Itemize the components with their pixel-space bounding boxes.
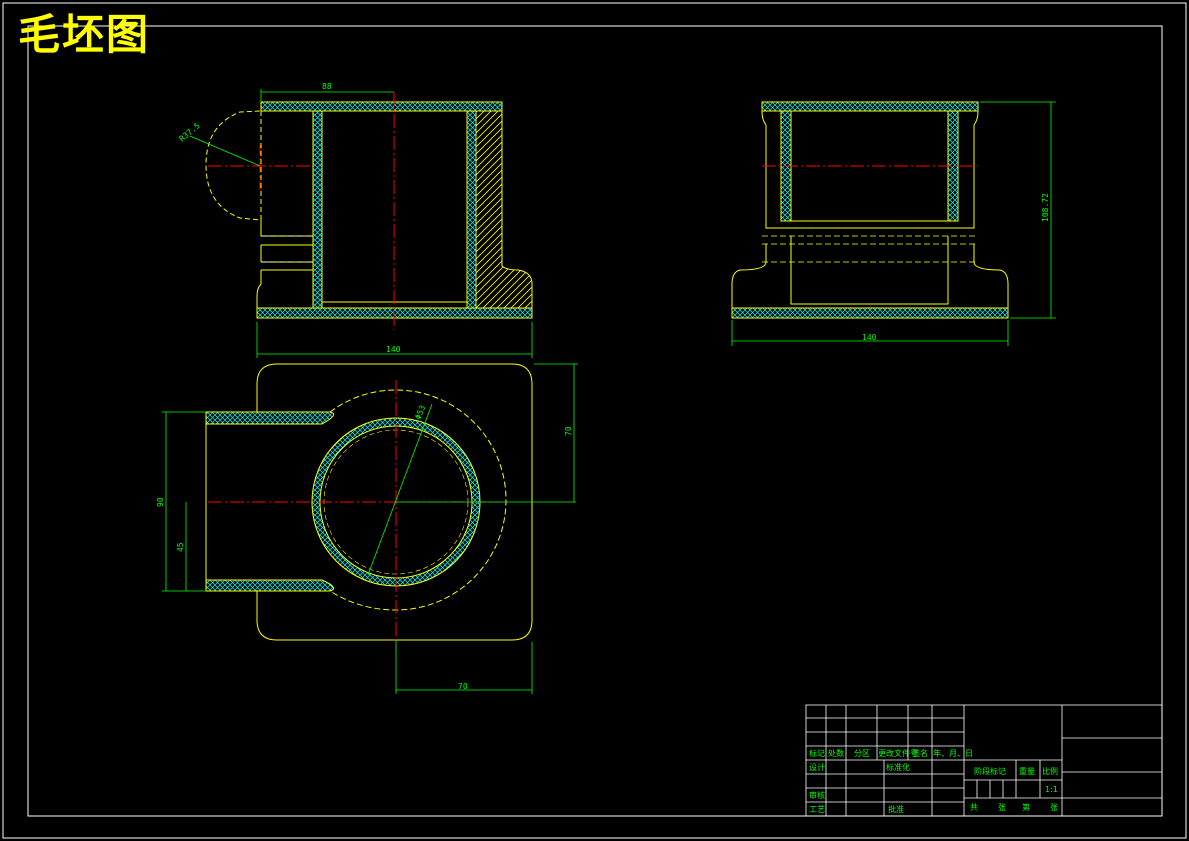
top-arm-upper: [205, 411, 335, 425]
tb-design: 设计: [809, 762, 825, 772]
tb-zone: 分区: [854, 749, 870, 758]
dim-side-height: 108.72: [1041, 193, 1050, 222]
tb-weight: 重量: [1019, 766, 1035, 776]
tb-mark: 标记: [809, 748, 825, 758]
dim-side-width: 140: [862, 333, 877, 342]
outer-border: [2, 2, 1187, 839]
side-top-plate: [761, 101, 979, 112]
tb-approve: 批准: [888, 804, 904, 814]
tb-date: 年、月、日: [933, 748, 973, 758]
side-view: 108.72 140: [731, 101, 1056, 346]
tb-count: 处数: [828, 748, 844, 758]
front-view: 88 R37.5 140: [178, 82, 533, 358]
tb-standardize: 标准化: [886, 762, 910, 772]
tb-scale-value: 1:1: [1045, 785, 1058, 794]
tb-stage-mark: 阶段标记: [974, 766, 1006, 776]
front-right-block: [475, 110, 533, 309]
top-view: Φ53 70 90 45 70: [156, 363, 578, 694]
dim-front-width: 140: [386, 345, 401, 354]
tb-sheet-unit2: 张: [1050, 803, 1058, 812]
tb-review: 审核: [809, 790, 825, 800]
dim-top-bottom: 70: [458, 682, 468, 691]
dim-top-height-upper: 70: [564, 426, 573, 436]
front-left-wall: [312, 110, 323, 309]
dim-top-height-inner: 45: [176, 542, 185, 552]
tb-sheet-no: 第: [1022, 802, 1030, 812]
tb-process: 工艺: [809, 805, 825, 814]
side-bottom-plate: [731, 307, 1009, 319]
dim-front-top: 88: [322, 82, 332, 91]
tb-total: 共: [970, 803, 978, 812]
drawing-canvas: 88 R37.5 140 108.72 140 Φ53 70 90 45 70 …: [2, 2, 1187, 839]
tb-scale: 比例: [1042, 766, 1058, 776]
tb-sheet-unit: 张: [998, 803, 1006, 812]
dim-front-radius: R37.5: [178, 121, 202, 143]
drawing-title: 毛坯图: [18, 10, 151, 59]
top-arm-lower: [205, 579, 335, 592]
front-right-wall: [466, 110, 477, 309]
inner-border: [27, 25, 1163, 817]
dim-top-height-left: 90: [156, 497, 165, 507]
title-block: [805, 704, 1163, 817]
front-top-plate: [260, 101, 503, 112]
dim-top-diameter: Φ53: [414, 404, 428, 421]
tb-sign: 签名: [912, 748, 928, 758]
